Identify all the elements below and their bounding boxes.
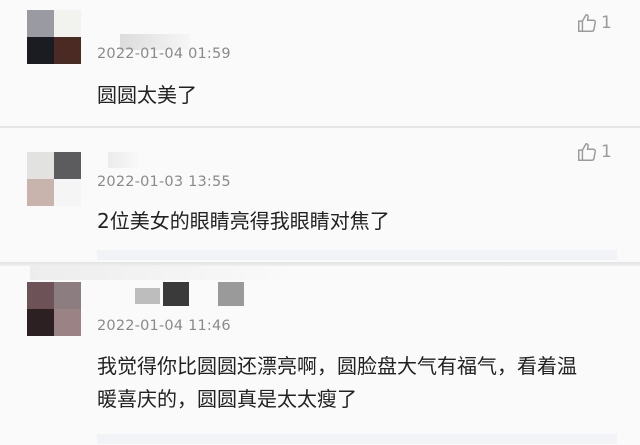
avatar[interactable] <box>27 282 81 336</box>
reply-bar <box>97 434 617 444</box>
comment-item: 1 2022-01-04 01:59 圆圆太美了 <box>0 0 640 126</box>
redacted-overlay <box>30 266 290 280</box>
thumbs-up-icon <box>576 141 598 163</box>
timestamp: 2022-01-04 11:46 <box>97 318 231 334</box>
timestamp: 2022-01-03 13:55 <box>97 174 231 190</box>
comment-text: 圆圆太美了 <box>97 83 197 107</box>
username-redacted <box>135 288 160 304</box>
avatar[interactable] <box>27 10 81 64</box>
comment-text: 2位美女的眼睛亮得我眼睛对焦了 <box>97 209 390 233</box>
like-button[interactable]: 1 <box>576 12 612 34</box>
comment-text: 我觉得你比圆圆还漂亮啊，圆脸盘大气有福气，看着温暖喜庆的，圆圆真是太太瘦了 <box>97 354 577 411</box>
comment-item: 1 2022-01-03 13:55 2位美女的眼睛亮得我眼睛对焦了 <box>0 128 640 262</box>
thumbs-up-icon <box>576 12 598 34</box>
like-count: 1 <box>601 142 612 162</box>
comment-item: 2022-01-04 11:46 我觉得你比圆圆还漂亮啊，圆脸盘大气有福气，看着… <box>0 266 640 445</box>
like-button[interactable]: 1 <box>576 141 612 163</box>
username-redacted <box>108 152 138 168</box>
like-count: 1 <box>601 13 612 33</box>
reply-bar <box>97 250 617 260</box>
timestamp: 2022-01-04 01:59 <box>97 46 231 62</box>
avatar[interactable] <box>27 152 81 206</box>
username-redacted <box>163 282 189 306</box>
username-redacted <box>218 282 244 306</box>
